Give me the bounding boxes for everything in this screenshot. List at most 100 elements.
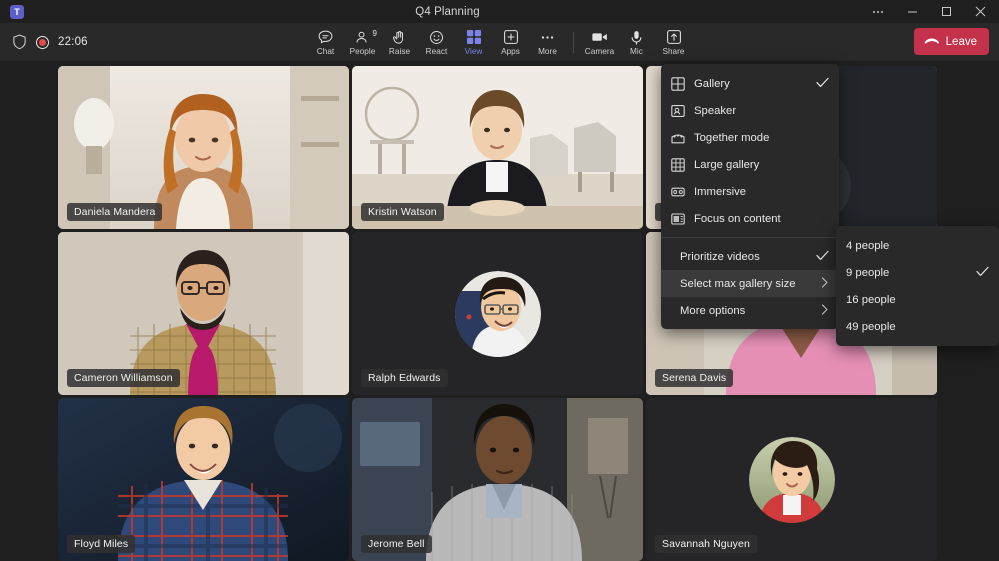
participant-name: Floyd Miles — [67, 535, 135, 553]
participant-name: Ralph Edwards — [361, 369, 448, 387]
participant-name: Daniela Mandera — [67, 203, 162, 221]
check-icon — [816, 250, 829, 264]
menu-label: Immersive — [694, 186, 829, 198]
together-mode-icon — [670, 130, 685, 145]
submenu-item-49-people[interactable]: 49 people — [836, 313, 999, 340]
menu-label: Prioritize videos — [680, 251, 807, 263]
toolbar-label-raise: Raise — [389, 47, 410, 56]
check-icon — [976, 266, 989, 280]
focus-content-icon — [670, 211, 685, 226]
toolbar-label-more: More — [538, 47, 557, 56]
people-count-badge: 9 — [373, 29, 377, 38]
toolbar-left-group: 22:06 — [0, 34, 88, 50]
menu-label: More options — [680, 305, 812, 317]
menu-item-select-max-gallery-size[interactable]: Select max gallery size — [661, 270, 839, 297]
chevron-right-icon — [821, 277, 829, 291]
submenu-label: 49 people — [846, 321, 989, 333]
speaker-icon — [670, 103, 685, 118]
submenu-item-4-people[interactable]: 4 people — [836, 232, 999, 259]
gallery-icon — [670, 76, 685, 91]
check-icon — [816, 77, 829, 91]
share-screen-icon — [666, 29, 682, 46]
menu-item-speaker[interactable]: Speaker — [661, 97, 839, 124]
toolbar-button-apps[interactable]: Apps — [492, 24, 529, 60]
submenu-item-9-people[interactable]: 9 people — [836, 259, 999, 286]
close-icon[interactable] — [963, 0, 997, 23]
shield-icon — [12, 34, 27, 50]
grid-icon — [466, 29, 482, 46]
toolbar-button-chat[interactable]: Chat — [307, 24, 344, 60]
menu-label: Select max gallery size — [680, 278, 812, 290]
menu-item-together-mode[interactable]: Together mode — [661, 124, 839, 151]
toolbar-button-raise[interactable]: Raise — [381, 24, 418, 60]
recording-icon — [36, 36, 49, 49]
participant-name: Cameron Williamson — [67, 369, 180, 387]
participant-tile-daniela-mandera[interactable]: Daniela Mandera — [58, 66, 349, 229]
leave-button[interactable]: Leave — [914, 28, 989, 55]
immersive-icon — [670, 184, 685, 199]
gallery-size-submenu: 4 people 9 people 16 people 49 people — [836, 226, 999, 346]
toolbar-label-share: Share — [662, 47, 684, 56]
meeting-toolbar: 22:06 Chat 9 People Raise Reac — [0, 23, 999, 61]
menu-item-gallery[interactable]: Gallery — [661, 70, 839, 97]
toolbar-button-react[interactable]: React — [418, 24, 455, 60]
menu-item-more-options[interactable]: More options — [661, 297, 839, 324]
participant-tile-cameron-williamson[interactable]: Cameron Williamson — [58, 232, 349, 395]
camera-icon — [591, 29, 609, 46]
leave-label: Leave — [946, 36, 977, 48]
window-controls — [861, 0, 997, 23]
toolbar-button-view[interactable]: View — [455, 24, 492, 60]
participant-tile-floyd-miles[interactable]: Floyd Miles — [58, 398, 349, 561]
menu-item-immersive[interactable]: Immersive — [661, 178, 839, 205]
toolbar-label-view: View — [465, 47, 483, 56]
title-bar: T Q4 Planning — [0, 0, 999, 23]
ellipsis-icon — [539, 29, 556, 46]
toolbar-button-more[interactable]: More — [529, 24, 566, 60]
minimize-icon[interactable] — [895, 0, 929, 23]
participant-name: Serena Davis — [655, 369, 733, 387]
toolbar-button-camera[interactable]: Camera — [581, 24, 618, 60]
toolbar-label-camera: Camera — [585, 47, 614, 56]
submenu-item-16-people[interactable]: 16 people — [836, 286, 999, 313]
toolbar-button-share[interactable]: Share — [655, 24, 692, 60]
chevron-right-icon — [821, 304, 829, 318]
participant-name: Jerome Bell — [361, 535, 432, 553]
participant-tile-savannah-nguyen[interactable]: Savannah Nguyen — [646, 398, 937, 561]
menu-divider — [661, 237, 839, 238]
toolbar-button-people[interactable]: 9 People — [344, 24, 381, 60]
menu-item-focus-on-content[interactable]: Focus on content — [661, 205, 839, 232]
hangup-icon — [924, 34, 940, 50]
toolbar-label-chat: Chat — [317, 47, 335, 56]
smiley-icon — [428, 29, 445, 46]
toolbar-label-people: People — [350, 47, 376, 56]
menu-label: Large gallery — [694, 159, 829, 171]
menu-item-prioritize-videos[interactable]: Prioritize videos — [661, 243, 839, 270]
avatar — [749, 437, 835, 523]
toolbar-divider — [573, 32, 574, 53]
menu-label: Together mode — [694, 132, 829, 144]
window-title: Q4 Planning — [34, 6, 861, 18]
toolbar-center-group: Chat 9 People Raise React View — [0, 24, 999, 60]
menu-label: Speaker — [694, 105, 829, 117]
submenu-label: 16 people — [846, 294, 989, 306]
participant-name: Savannah Nguyen — [655, 535, 757, 553]
menu-label: Focus on content — [694, 213, 829, 225]
avatar — [455, 271, 541, 357]
menu-item-large-gallery[interactable]: Large gallery — [661, 151, 839, 178]
participant-tile-kristin-watson[interactable]: Kristin Watson — [352, 66, 643, 229]
participant-name: Kristin Watson — [361, 203, 444, 221]
participant-tile-ralph-edwards[interactable]: Ralph Edwards — [352, 232, 643, 395]
toolbar-button-mic[interactable]: Mic — [618, 24, 655, 60]
submenu-label: 9 people — [846, 267, 967, 279]
toolbar-label-react: React — [426, 47, 448, 56]
large-gallery-icon — [670, 157, 685, 172]
chat-icon — [317, 29, 334, 46]
meeting-timer: 22:06 — [58, 36, 88, 48]
hand-icon — [391, 29, 408, 46]
participant-tile-jerome-bell[interactable]: Jerome Bell — [352, 398, 643, 561]
maximize-icon[interactable] — [929, 0, 963, 23]
submenu-label: 4 people — [846, 240, 989, 252]
titlebar-more-icon[interactable] — [861, 0, 895, 23]
toolbar-label-apps: Apps — [501, 47, 520, 56]
microphone-icon — [628, 29, 645, 46]
